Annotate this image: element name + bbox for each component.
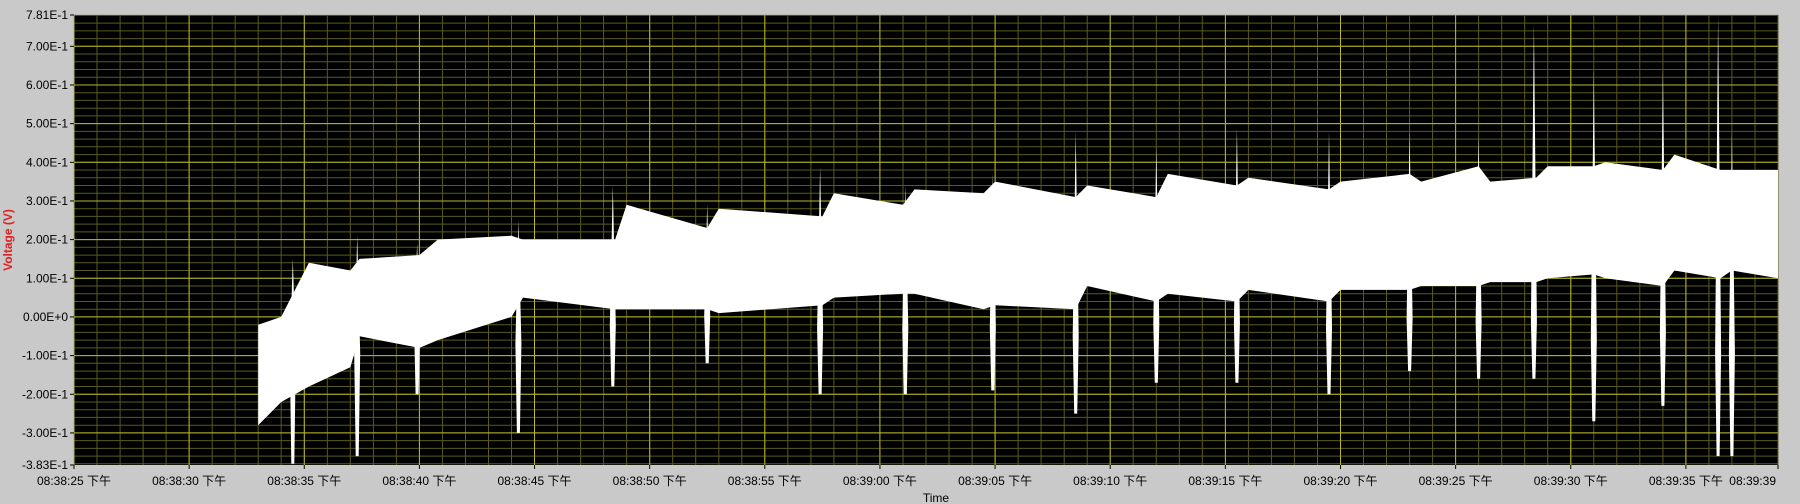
x-tick-label: 08:39:05 下午: [958, 474, 1032, 488]
y-tick-label: -2.00E-1: [22, 387, 68, 401]
x-tick-label: 08:39:10 下午: [1073, 474, 1147, 488]
x-tick-label: 08:38:45 下午: [497, 474, 571, 488]
y-tick-label: 5.00E-1: [26, 117, 68, 131]
x-tick-label: 08:38:35 下午: [267, 474, 341, 488]
x-tick-label: 08:39:35 下午: [1649, 474, 1723, 488]
y-tick-label: 2.00E-1: [26, 233, 68, 247]
x-tick-label: 08:39:20 下午: [1303, 474, 1377, 488]
x-axis-label: Time: [923, 491, 950, 504]
x-tick-label: 08:38:30 下午: [152, 474, 226, 488]
y-tick-label: 7.81E-1: [26, 8, 68, 22]
y-tick-label: 7.00E-1: [26, 39, 68, 53]
x-tick-label: 08:38:50 下午: [613, 474, 687, 488]
x-tick-label: 08:39:25 下午: [1419, 474, 1493, 488]
x-tick-label: 08:38:25 下午: [37, 474, 111, 488]
y-tick-label: 3.00E-1: [26, 194, 68, 208]
y-tick-label: -3.00E-1: [22, 426, 68, 440]
y-tick-label: -1.00E-1: [22, 349, 68, 363]
x-tick-label: 08:38:40 下午: [382, 474, 456, 488]
waveform-chart: 7.81E-1 7.00E-1 6.00E-1 5.00E-1 4.00E-1 3.00E…: [0, 0, 1800, 504]
y-tick-label: -3.83E-1: [22, 458, 68, 472]
y-tick-label: 0.00E+0: [23, 310, 68, 324]
x-tick-label: 08:39:39: [1729, 474, 1776, 488]
waveform-chart-svg: 7.81E-1 7.00E-1 6.00E-1 5.00E-1 4.00E-1 3.00E…: [0, 0, 1800, 504]
x-tick-label: 08:39:15 下午: [1188, 474, 1262, 488]
y-tick-label: 4.00E-1: [26, 155, 68, 169]
x-tick-label: 08:39:30 下午: [1534, 474, 1608, 488]
x-tick-label: 08:39:00 下午: [843, 474, 917, 488]
y-tick-label: 6.00E-1: [26, 78, 68, 92]
y-axis-label: Voltage (V): [1, 209, 15, 271]
x-tick-label: 08:38:55 下午: [728, 474, 802, 488]
y-tick-label: 1.00E-1: [26, 271, 68, 285]
